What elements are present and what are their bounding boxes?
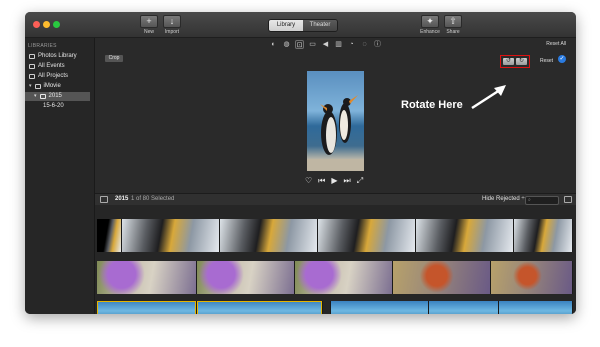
equalizer-icon[interactable]: ▥ [334, 40, 343, 49]
rotate-left-icon: ↺ [505, 58, 512, 64]
libraries-sidebar: LIBRARIES Photos Library All Events All … [25, 38, 95, 314]
sidebar-item-15-6-20[interactable]: 15-6-20 [43, 102, 91, 111]
volume-icon[interactable]: ◀ [321, 40, 330, 49]
viewer: ◐ ◍ ⊡ ▭ ◀ ▥ ◔ ◌ ⓘ Reset All Crop ↺ ↻ Res… [95, 38, 576, 193]
noise-reduction-icon[interactable]: ◌ [360, 40, 369, 49]
import-button[interactable]: ↓ Import [159, 15, 185, 35]
clip-thumbnail [514, 219, 573, 252]
clip-filmstrip[interactable] [97, 301, 573, 314]
clip-thumbnail [295, 261, 393, 294]
share-icon: ⇧ [444, 15, 462, 28]
rotate-right-button[interactable]: ↻ [516, 58, 527, 65]
event-year: 2015 [115, 196, 129, 202]
sidebar-item-all-projects[interactable]: All Projects [29, 72, 93, 81]
rotate-here-annotation: Rotate Here [401, 99, 463, 111]
sidebar-item-all-events[interactable]: All Events [29, 62, 93, 71]
clip-thumbnail [499, 301, 573, 314]
sidebar-item-label: iMovie [43, 83, 61, 89]
crop-icon[interactable]: ⊡ [295, 40, 304, 49]
color-correction-icon[interactable]: ◍ [282, 40, 291, 49]
photos-icon [29, 54, 35, 59]
clip-thumbnail [197, 261, 295, 294]
sidebar-toggle-icon[interactable] [100, 196, 108, 203]
disclosure-triangle-icon[interactable]: ▾ [29, 82, 32, 91]
imovie-icon [34, 84, 41, 89]
minimize-window-button[interactable] [43, 21, 50, 28]
share-label: Share [446, 29, 460, 35]
skip-back-icon[interactable]: ⏮ [318, 176, 325, 186]
disclosure-triangle-icon[interactable]: ▾ [34, 92, 37, 101]
plus-icon: + [140, 15, 158, 28]
penguin-image [307, 95, 364, 171]
speed-icon[interactable]: ◔ [347, 40, 356, 49]
video-preview [307, 71, 364, 171]
rotate-right-icon: ↻ [518, 58, 525, 64]
fullscreen-icon[interactable]: ⤢ [357, 176, 363, 186]
clip-browser [95, 205, 576, 314]
search-icon: ⌕ [528, 197, 531, 203]
sidebar-item-label: 15-6-20 [43, 103, 64, 109]
clip-thumbnail [318, 219, 416, 252]
clip-thumbnail [97, 219, 122, 252]
libraries-header: LIBRARIES [28, 43, 57, 49]
play-icon[interactable]: ▶ [331, 176, 337, 186]
clip-filmstrip[interactable] [97, 219, 573, 252]
title-bar: + New ↓ Import Library Theater ✦ Enhance… [25, 12, 576, 38]
playback-controls: ♡ ⏮ ▶ ⏭ ⤢ [305, 176, 363, 186]
zoom-window-button[interactable] [53, 21, 60, 28]
clip-thumbnail [331, 301, 429, 314]
folder-icon [39, 94, 46, 99]
clip-thumbnail [429, 301, 499, 314]
library-theater-switch: Library Theater [268, 19, 338, 32]
sidebar-item-label: All Projects [38, 73, 69, 79]
rotate-left-button[interactable]: ↺ [503, 58, 514, 65]
tab-library[interactable]: Library [269, 20, 303, 31]
import-label: Import [164, 29, 180, 35]
color-balance-icon[interactable]: ◐ [269, 40, 278, 49]
clip-thumbnail [97, 261, 197, 294]
share-button[interactable]: ⇧ Share [440, 15, 466, 35]
reset-all-button[interactable]: Reset All [546, 41, 566, 47]
sidebar-item-photos-library[interactable]: Photos Library [29, 52, 93, 61]
clip-filmstrip[interactable] [97, 261, 573, 294]
crop-button[interactable]: Crop [105, 55, 123, 62]
import-arrow-icon: ↓ [163, 15, 181, 28]
magic-wand-icon: ✦ [421, 15, 439, 28]
rotate-buttons: ↺ ↻ [500, 55, 530, 68]
apply-checkmark-button[interactable]: ✓ [558, 55, 566, 63]
sidebar-item-imovie[interactable]: ▾ iMovie [29, 82, 93, 91]
adjustment-toolbar: ◐ ◍ ⊡ ▭ ◀ ▥ ◔ ◌ ⓘ [269, 40, 382, 50]
clip-thumbnail [491, 261, 573, 294]
clip-gap [323, 301, 331, 314]
clip-thumbnail [220, 219, 318, 252]
sidebar-item-label: All Events [38, 63, 65, 69]
tab-theater[interactable]: Theater [303, 20, 337, 31]
clip-thumbnail [393, 261, 491, 294]
stabilization-icon[interactable]: ▭ [308, 40, 317, 49]
search-field[interactable]: ⌕ [525, 196, 559, 205]
clip-thumbnail [122, 219, 220, 252]
skip-forward-icon[interactable]: ⏭ [344, 176, 351, 186]
clip-thumbnail [416, 219, 514, 252]
events-icon [29, 64, 35, 69]
selection-count: 1 of 80 Selected [131, 196, 175, 202]
annotation-arrow-icon [471, 85, 506, 110]
imovie-window: + New ↓ Import Library Theater ✦ Enhance… [25, 12, 576, 314]
sidebar-item-label: 2015 [48, 93, 62, 99]
info-icon[interactable]: ⓘ [373, 40, 382, 49]
favorite-heart-icon[interactable]: ♡ [305, 176, 312, 186]
clip-thumbnail [97, 301, 197, 314]
hide-rejected-dropdown[interactable]: Hide Rejected ÷ [482, 196, 525, 202]
clip-settings-icon[interactable] [564, 196, 572, 203]
sidebar-item-label: Photos Library [38, 53, 77, 59]
close-window-button[interactable] [33, 21, 40, 28]
clip-thumbnail [197, 301, 323, 314]
sidebar-item-2015[interactable]: ▾ 2015 [25, 92, 90, 101]
reset-button[interactable]: Reset [540, 58, 553, 64]
projects-icon [29, 74, 35, 79]
